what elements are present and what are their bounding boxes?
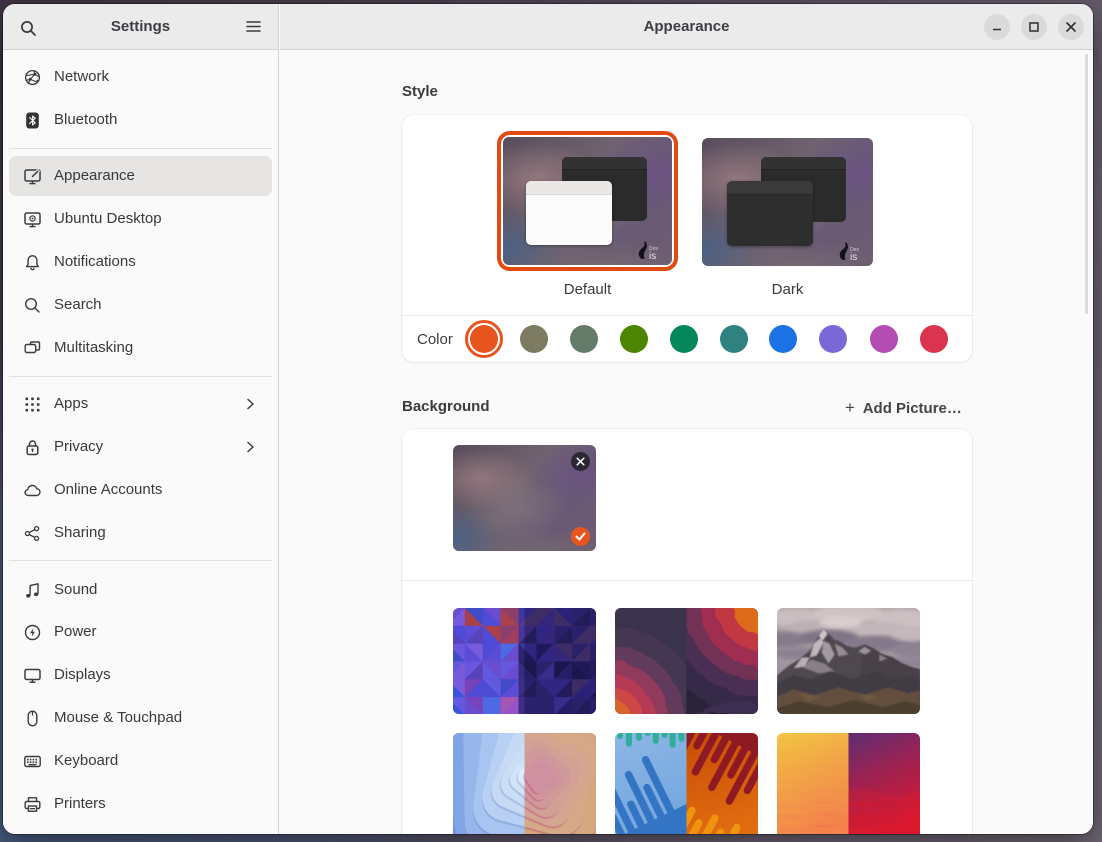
svg-text:is: is — [649, 251, 656, 261]
svg-text:is: is — [850, 252, 857, 262]
